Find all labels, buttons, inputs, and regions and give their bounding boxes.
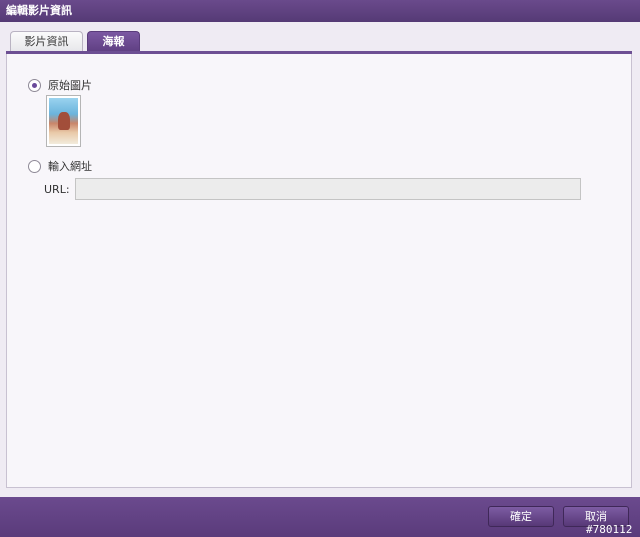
original-image-option[interactable]: 原始圖片	[28, 77, 92, 93]
ok-button[interactable]: 確定	[488, 506, 554, 527]
url-label: URL:	[44, 183, 70, 196]
footer-bar: 確定 取消	[0, 497, 640, 537]
window-title-bar: 編輯影片資訊	[0, 0, 640, 22]
url-option[interactable]: 輸入網址	[28, 158, 92, 174]
tab-video-info[interactable]: 影片資訊	[10, 31, 83, 52]
url-option-label: 輸入網址	[48, 160, 92, 173]
url-radio[interactable]	[28, 159, 41, 173]
tab-poster[interactable]: 海報	[87, 31, 140, 52]
window-title: 編輯影片資訊	[6, 4, 72, 17]
poster-thumbnail	[46, 95, 81, 147]
watermark-text: #780112	[586, 523, 633, 536]
original-image-radio[interactable]	[28, 78, 41, 92]
original-image-label: 原始圖片	[48, 79, 92, 92]
url-input[interactable]	[75, 178, 581, 200]
poster-panel: 原始圖片 輸入網址 URL:	[6, 54, 632, 488]
poster-image	[49, 98, 78, 144]
